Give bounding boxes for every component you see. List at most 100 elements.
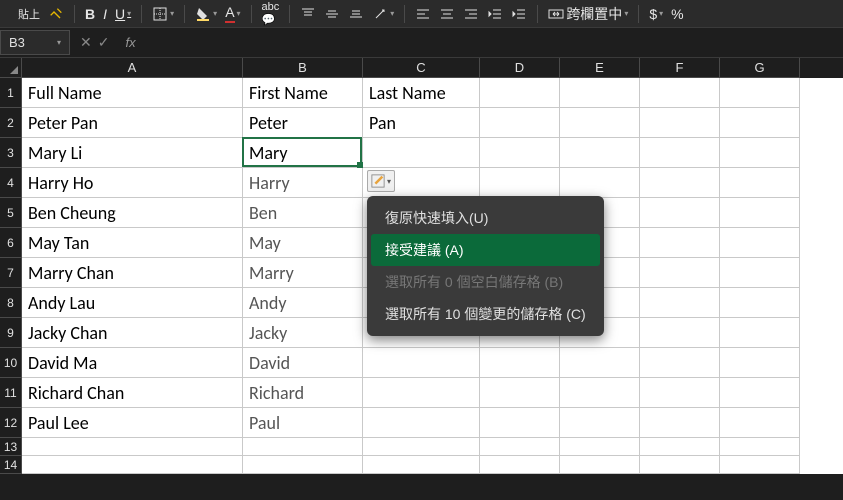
row-header-3[interactable]: 3 bbox=[0, 138, 22, 168]
cell-A12[interactable]: Paul Lee bbox=[22, 408, 243, 438]
cell-C2[interactable]: Pan bbox=[363, 108, 480, 138]
cell-A4[interactable]: Harry Ho bbox=[22, 168, 243, 198]
cell-G8[interactable] bbox=[720, 288, 800, 318]
cell-C10[interactable] bbox=[363, 348, 480, 378]
cell-A11[interactable]: Richard Chan bbox=[22, 378, 243, 408]
cell-F2[interactable] bbox=[640, 108, 720, 138]
cell-A7[interactable]: Marry Chan bbox=[22, 258, 243, 288]
cell-G11[interactable] bbox=[720, 378, 800, 408]
cell-G9[interactable] bbox=[720, 318, 800, 348]
cell-F9[interactable] bbox=[640, 318, 720, 348]
cell-F6[interactable] bbox=[640, 228, 720, 258]
menu-item-1[interactable]: 接受建議 (A) bbox=[371, 234, 600, 266]
cell-G6[interactable] bbox=[720, 228, 800, 258]
fill-color-button[interactable]: ▾ bbox=[195, 6, 217, 22]
menu-item-0[interactable]: 復原快速填入(U) bbox=[371, 202, 600, 234]
cell-A3[interactable]: Mary Li bbox=[22, 138, 243, 168]
column-header-F[interactable]: F bbox=[640, 58, 720, 78]
cancel-formula-button[interactable]: ✕ bbox=[80, 34, 92, 51]
cell-E2[interactable] bbox=[560, 108, 640, 138]
cell-D10[interactable] bbox=[480, 348, 560, 378]
cell-A8[interactable]: Andy Lau bbox=[22, 288, 243, 318]
merge-center-button[interactable]: 跨欄置中▾ bbox=[548, 4, 628, 24]
cell-F14[interactable] bbox=[640, 456, 720, 474]
cell-C12[interactable] bbox=[363, 408, 480, 438]
cell-G5[interactable] bbox=[720, 198, 800, 228]
cell-E12[interactable] bbox=[560, 408, 640, 438]
cell-F13[interactable] bbox=[640, 438, 720, 456]
cell-A2[interactable]: Peter Pan bbox=[22, 108, 243, 138]
align-top-button[interactable] bbox=[300, 6, 316, 22]
borders-button[interactable]: ▾ bbox=[152, 6, 174, 22]
cell-G12[interactable] bbox=[720, 408, 800, 438]
cell-G10[interactable] bbox=[720, 348, 800, 378]
cell-E13[interactable] bbox=[560, 438, 640, 456]
cell-D11[interactable] bbox=[480, 378, 560, 408]
cell-D13[interactable] bbox=[480, 438, 560, 456]
cell-B10[interactable]: David bbox=[243, 348, 363, 378]
cell-C1[interactable]: Last Name bbox=[363, 78, 480, 108]
select-all-button[interactable] bbox=[0, 58, 22, 78]
decrease-indent-button[interactable] bbox=[487, 6, 503, 22]
cell-B13[interactable] bbox=[243, 438, 363, 456]
cell-F8[interactable] bbox=[640, 288, 720, 318]
cell-C3[interactable] bbox=[363, 138, 480, 168]
row-header-1[interactable]: 1 bbox=[0, 78, 22, 108]
percent-button[interactable]: % bbox=[671, 6, 683, 22]
cell-B9[interactable]: Jacky bbox=[243, 318, 363, 348]
paste-button[interactable]: 貼上 bbox=[18, 6, 40, 22]
cell-E14[interactable] bbox=[560, 456, 640, 474]
row-header-9[interactable]: 9 bbox=[0, 318, 22, 348]
format-painter-icon[interactable] bbox=[48, 6, 64, 22]
cell-A10[interactable]: David Ma bbox=[22, 348, 243, 378]
column-header-E[interactable]: E bbox=[560, 58, 640, 78]
phonetic-guide-button[interactable]: abc💬 bbox=[262, 1, 280, 26]
column-header-B[interactable]: B bbox=[243, 58, 363, 78]
align-bottom-button[interactable] bbox=[348, 6, 364, 22]
cell-A1[interactable]: Full Name bbox=[22, 78, 243, 108]
column-header-C[interactable]: C bbox=[363, 58, 480, 78]
row-header-6[interactable]: 6 bbox=[0, 228, 22, 258]
cell-D1[interactable] bbox=[480, 78, 560, 108]
align-middle-button[interactable] bbox=[324, 6, 340, 22]
cell-E4[interactable] bbox=[560, 168, 640, 198]
row-header-8[interactable]: 8 bbox=[0, 288, 22, 318]
cell-F4[interactable] bbox=[640, 168, 720, 198]
bold-button[interactable]: B bbox=[85, 6, 95, 22]
cell-F7[interactable] bbox=[640, 258, 720, 288]
cell-B6[interactable]: May bbox=[243, 228, 363, 258]
cell-B7[interactable]: Marry bbox=[243, 258, 363, 288]
row-header-14[interactable]: 14 bbox=[0, 456, 22, 474]
cell-B3[interactable]: Mary bbox=[243, 138, 363, 168]
cell-E1[interactable] bbox=[560, 78, 640, 108]
cell-E10[interactable] bbox=[560, 348, 640, 378]
cell-G7[interactable] bbox=[720, 258, 800, 288]
cell-D2[interactable] bbox=[480, 108, 560, 138]
cell-E11[interactable] bbox=[560, 378, 640, 408]
cell-A9[interactable]: Jacky Chan bbox=[22, 318, 243, 348]
cell-F1[interactable] bbox=[640, 78, 720, 108]
confirm-formula-button[interactable]: ✓ bbox=[98, 34, 110, 51]
font-color-button[interactable]: A▾ bbox=[225, 4, 240, 23]
row-header-10[interactable]: 10 bbox=[0, 348, 22, 378]
currency-button[interactable]: $▾ bbox=[649, 6, 663, 22]
cell-B1[interactable]: First Name bbox=[243, 78, 363, 108]
formula-input[interactable] bbox=[136, 31, 843, 54]
row-header-12[interactable]: 12 bbox=[0, 408, 22, 438]
row-header-2[interactable]: 2 bbox=[0, 108, 22, 138]
increase-indent-button[interactable] bbox=[511, 6, 527, 22]
column-header-A[interactable]: A bbox=[22, 58, 243, 78]
cell-G4[interactable] bbox=[720, 168, 800, 198]
cell-A13[interactable] bbox=[22, 438, 243, 456]
cell-F10[interactable] bbox=[640, 348, 720, 378]
orientation-button[interactable]: ▾ bbox=[372, 6, 394, 22]
cell-C11[interactable] bbox=[363, 378, 480, 408]
cell-G2[interactable] bbox=[720, 108, 800, 138]
name-box[interactable]: B3▾ bbox=[0, 30, 70, 55]
column-header-G[interactable]: G bbox=[720, 58, 800, 78]
menu-item-3[interactable]: 選取所有 10 個變更的儲存格 (C) bbox=[371, 298, 600, 330]
cell-C14[interactable] bbox=[363, 456, 480, 474]
cell-A14[interactable] bbox=[22, 456, 243, 474]
underline-button[interactable]: U▾ bbox=[115, 6, 131, 22]
row-header-4[interactable]: 4 bbox=[0, 168, 22, 198]
